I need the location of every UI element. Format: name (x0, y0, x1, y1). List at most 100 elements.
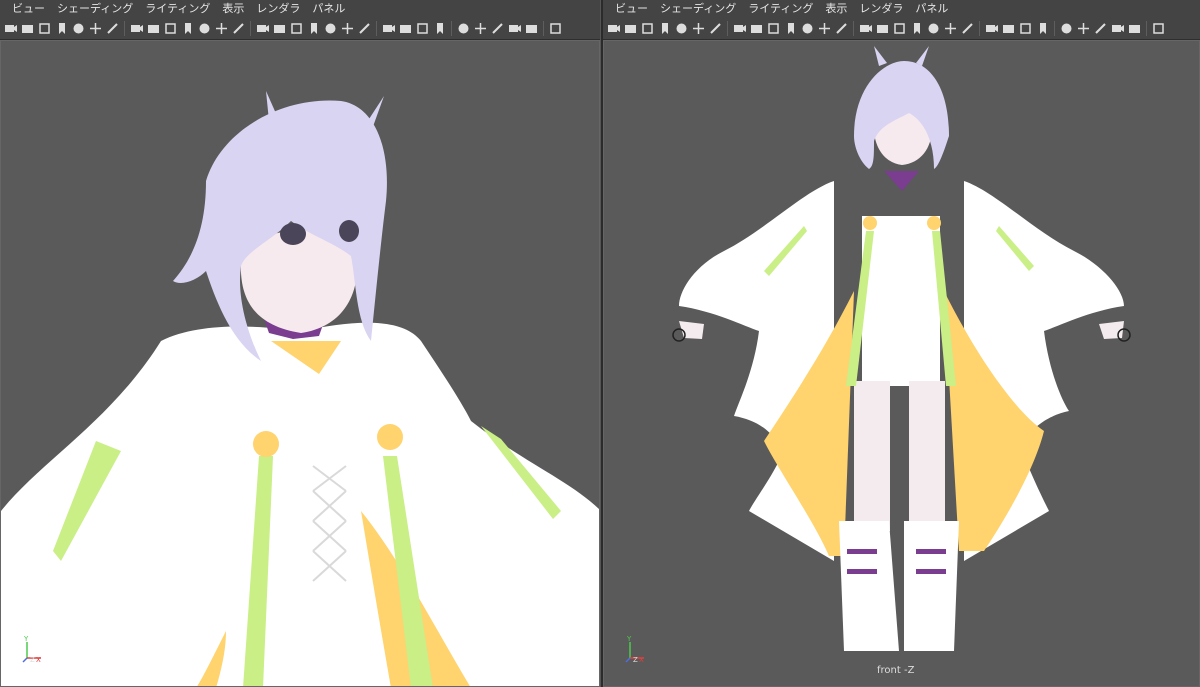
depth-of-field-icon[interactable] (1036, 22, 1049, 35)
resolution-gate-icon[interactable] (164, 22, 177, 35)
backface-icon[interactable] (525, 22, 538, 35)
grease-pencil-icon[interactable] (709, 22, 722, 35)
lights-icon[interactable] (944, 22, 957, 35)
toolbar-separator (1146, 21, 1147, 36)
toolbar-separator (451, 21, 452, 36)
character-fullbody-render (604, 41, 1199, 686)
isolate-icon[interactable] (1060, 22, 1073, 35)
right-toolbar (603, 18, 1200, 40)
safe-action-icon[interactable] (215, 22, 228, 35)
backface-icon[interactable] (1128, 22, 1141, 35)
menu-lighting[interactable]: ライティング (742, 0, 819, 18)
bookmark-icon[interactable] (658, 22, 671, 35)
axis-x-label: X (639, 656, 644, 664)
boot-strap-right (916, 549, 946, 554)
left-viewport-panel: ビュー シェーディング ライティング 表示 レンダラ パネル Y Z X (0, 0, 600, 687)
field-chart-icon[interactable] (801, 22, 814, 35)
left-axis-gizmo: Y Z X (22, 635, 41, 664)
xray-active-icon[interactable] (491, 22, 504, 35)
toolbar-separator (853, 21, 854, 36)
textured-icon[interactable] (324, 22, 337, 35)
left-viewport-perspective[interactable]: Y Z X (0, 40, 600, 687)
camera-lock-icon[interactable] (21, 22, 34, 35)
motion-blur-icon[interactable] (399, 22, 412, 35)
menu-panels[interactable]: パネル (306, 0, 351, 18)
button-right (377, 424, 403, 450)
boot-strap-left-2 (847, 569, 877, 574)
safe-title-icon[interactable] (232, 22, 245, 35)
grid-icon[interactable] (130, 22, 143, 35)
grid-icon[interactable] (733, 22, 746, 35)
lights-icon[interactable] (341, 22, 354, 35)
menu-show[interactable]: 表示 (819, 0, 853, 18)
toolbar-separator (727, 21, 728, 36)
xray-joints-icon[interactable] (508, 22, 521, 35)
resolution-gate-icon[interactable] (767, 22, 780, 35)
xray-joints-icon[interactable] (1111, 22, 1124, 35)
boot-strap-left (847, 549, 877, 554)
image-plane-icon[interactable] (72, 22, 85, 35)
gate-mask-icon[interactable] (784, 22, 797, 35)
toolbar-separator (979, 21, 980, 36)
default-material-icon[interactable] (290, 22, 303, 35)
camera-lock-icon[interactable] (624, 22, 637, 35)
camera-icon[interactable] (4, 22, 17, 35)
camera-name-label: front -Z (877, 665, 915, 676)
menu-lighting[interactable]: ライティング (139, 0, 216, 18)
menu-shading[interactable]: シェーディング (51, 0, 139, 18)
gate-mask-icon[interactable] (181, 22, 194, 35)
axis-y-label: Y (23, 635, 29, 643)
safe-action-icon[interactable] (818, 22, 831, 35)
anti-alias-icon[interactable] (1019, 22, 1032, 35)
menu-panels[interactable]: パネル (909, 0, 954, 18)
leg-right (909, 381, 945, 531)
shadows-icon[interactable] (961, 22, 974, 35)
menu-view[interactable]: ビュー (6, 0, 51, 18)
bookmark-icon[interactable] (55, 22, 68, 35)
menu-shading[interactable]: シェーディング (654, 0, 742, 18)
menu-renderer[interactable]: レンダラ (853, 0, 909, 18)
camera-icon[interactable] (607, 22, 620, 35)
isolate-icon[interactable] (457, 22, 470, 35)
textured-icon[interactable] (927, 22, 940, 35)
resolution-icon[interactable] (549, 22, 562, 35)
shaded-wireframe-icon[interactable] (910, 22, 923, 35)
film-gate-icon[interactable] (750, 22, 763, 35)
shadows-icon[interactable] (358, 22, 371, 35)
toolbar-separator (376, 21, 377, 36)
image-plane-icon[interactable] (675, 22, 688, 35)
2d-pan-icon[interactable] (89, 22, 102, 35)
ssao-icon[interactable] (985, 22, 998, 35)
film-gate-icon[interactable] (147, 22, 160, 35)
smooth-shade-icon[interactable] (876, 22, 889, 35)
resolution-icon[interactable] (1152, 22, 1165, 35)
right-axis-gizmo: Y Z X (625, 635, 644, 664)
wireframe-icon[interactable] (256, 22, 269, 35)
depth-of-field-icon[interactable] (433, 22, 446, 35)
menu-view[interactable]: ビュー (609, 0, 654, 18)
default-material-icon[interactable] (893, 22, 906, 35)
xray-icon[interactable] (474, 22, 487, 35)
menu-renderer[interactable]: レンダラ (250, 0, 306, 18)
anti-alias-icon[interactable] (416, 22, 429, 35)
xray-icon[interactable] (1077, 22, 1090, 35)
motion-blur-icon[interactable] (1002, 22, 1015, 35)
eye-left (280, 223, 306, 245)
2d-pan-icon[interactable] (692, 22, 705, 35)
torso (862, 216, 940, 386)
shaded-wireframe-icon[interactable] (307, 22, 320, 35)
ssao-icon[interactable] (382, 22, 395, 35)
field-chart-icon[interactable] (198, 22, 211, 35)
wireframe-icon[interactable] (859, 22, 872, 35)
safe-title-icon[interactable] (835, 22, 848, 35)
smooth-shade-icon[interactable] (273, 22, 286, 35)
menu-show[interactable]: 表示 (216, 0, 250, 18)
right-viewport-front[interactable]: Y Z X front -Z (603, 40, 1200, 687)
camera-attr-icon[interactable] (641, 22, 654, 35)
left-menubar: ビュー シェーディング ライティング 表示 レンダラ パネル (0, 0, 600, 18)
axis-z-label: Z (633, 656, 638, 664)
camera-attr-icon[interactable] (38, 22, 51, 35)
xray-active-icon[interactable] (1094, 22, 1107, 35)
grease-pencil-icon[interactable] (106, 22, 119, 35)
right-viewport-panel: ビュー シェーディング ライティング 表示 レンダラ パネル Y Z X fro… (603, 0, 1200, 687)
